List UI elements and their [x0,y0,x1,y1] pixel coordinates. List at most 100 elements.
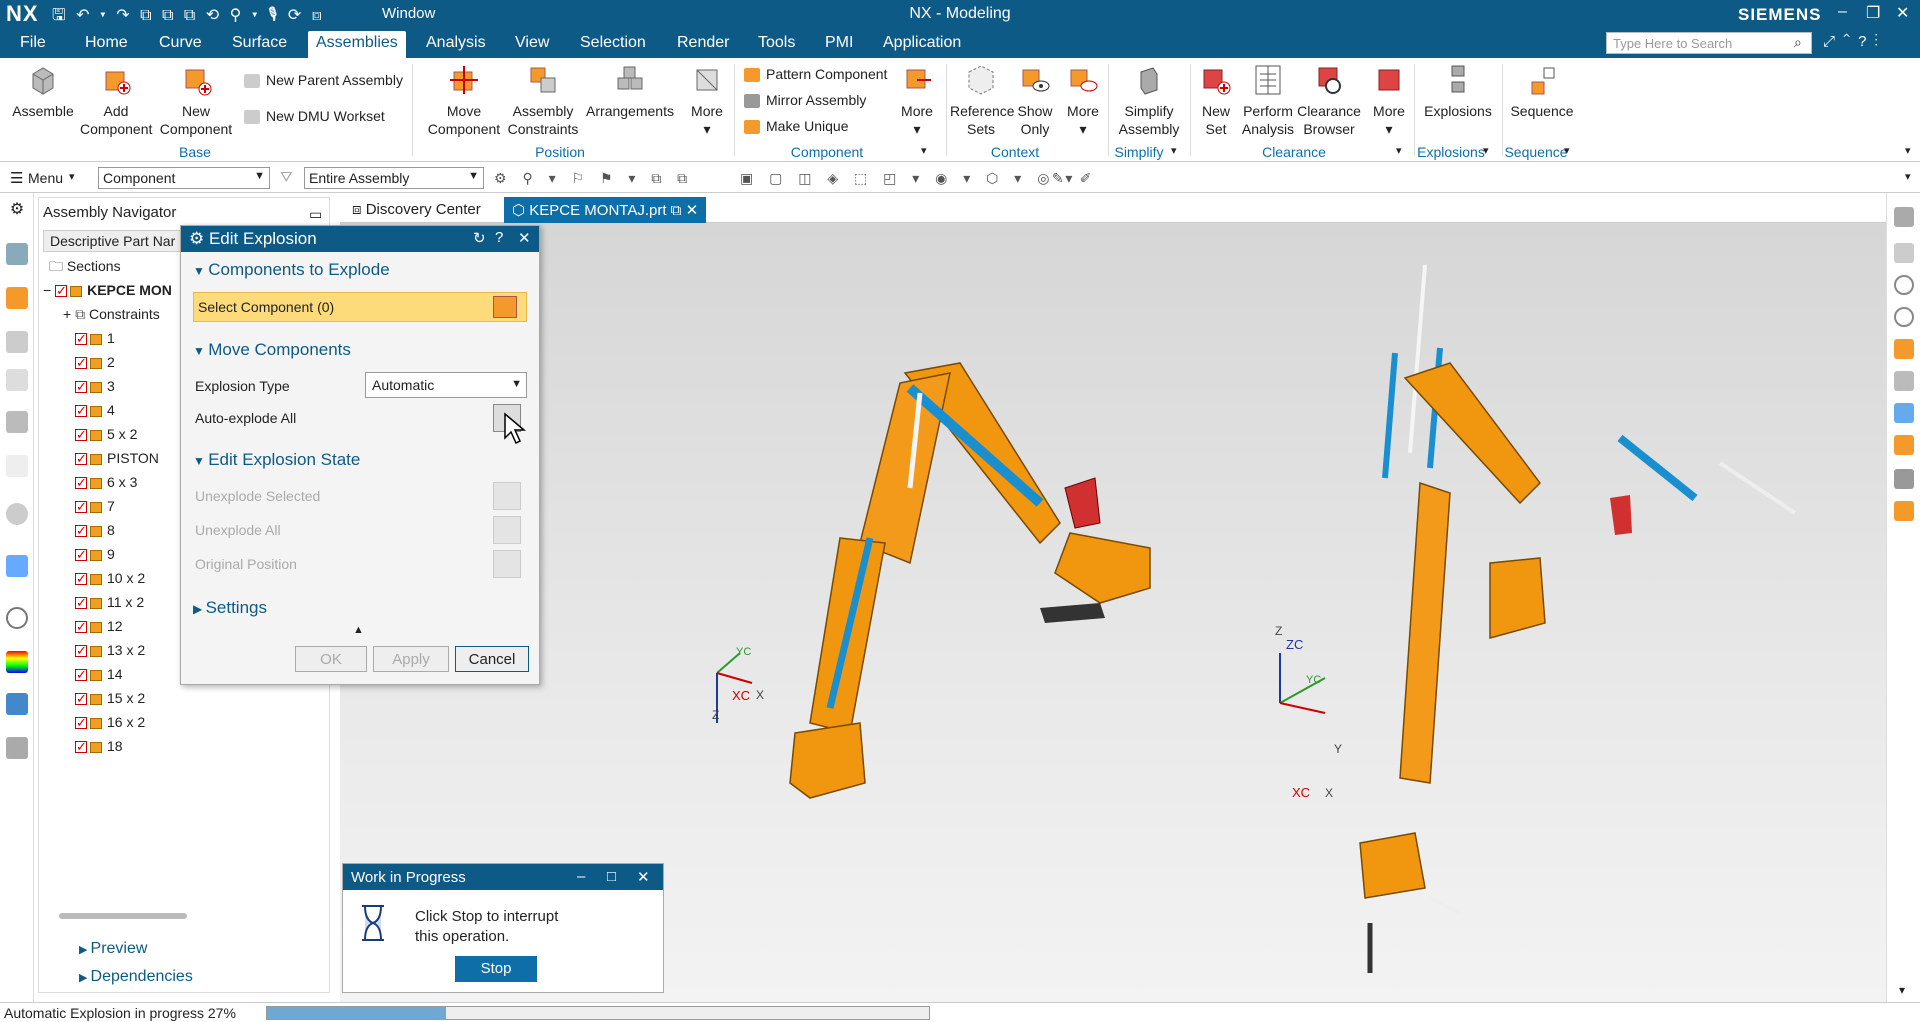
clearance-browser-button[interactable]: Clearance Browser [1296,62,1362,138]
tab-surface[interactable]: Surface [232,34,287,52]
checkbox[interactable] [75,665,87,685]
menu-button[interactable]: Menu [28,170,63,186]
tree-row[interactable]: 13 x 2 [75,640,145,661]
tree-row[interactable]: 11 x 2 [75,592,144,613]
position-more-button[interactable]: More ▾ [682,62,732,138]
tree-row[interactable]: 6 x 3 [75,472,137,493]
minimize-icon[interactable]: – [577,868,585,885]
wip-header[interactable]: Work in Progress – □ ✕ [343,864,663,890]
chevron-down-icon[interactable]: ▾ [1483,144,1489,157]
hide-icon[interactable] [1894,275,1914,295]
maximize-icon[interactable]: ▭ [309,206,322,223]
checkbox[interactable] [75,377,87,397]
checkbox[interactable] [75,473,87,493]
root-assembly-node[interactable]: − KEPCE MON [43,280,172,301]
tree-row[interactable]: 5 x 2 [75,424,137,445]
section-edit-explosion-state[interactable]: ▼ Edit Explosion State [193,450,360,470]
cancel-button[interactable]: Cancel [455,646,529,672]
tree-row[interactable]: 9 [75,544,115,565]
section-components-to-explode[interactable]: ▼ Components to Explode [193,260,390,280]
view-tools[interactable]: ▣ ▢ ◫ ◈ ⬚ ◰ ▾ ◉ ▾ ⬡ ▾ ◎ ▾ [740,170,1078,187]
tree-row[interactable]: 10 x 2 [75,568,145,589]
select-component-field[interactable]: Select Component (0) [193,292,527,322]
tab-render[interactable]: Render [677,34,729,52]
unexplode-all-button[interactable] [493,516,521,544]
checkbox[interactable] [75,569,87,589]
snap-icon[interactable] [1894,207,1914,227]
view-orient-icon[interactable] [1894,243,1914,263]
dependencies-panel-toggle[interactable]: ▶ Dependencies [79,968,193,986]
restore-icon[interactable]: ❐ [1866,3,1880,23]
tab-kepce-montaj[interactable]: ⬡ KEPCE MONTAJ.prt ⧉ ✕ [504,197,707,223]
tab-view[interactable]: View [515,34,549,52]
checkbox[interactable] [75,689,87,709]
checkbox[interactable] [75,329,87,349]
tree-row[interactable]: 14 [75,664,123,685]
reference-sets-button[interactable]: Reference Sets [950,62,1015,138]
component-more-button[interactable]: More ▾ [892,62,942,138]
minimize-icon[interactable]: – [1838,3,1847,21]
help-icons[interactable]: ⤢⌃?⋮ [1823,33,1886,50]
tree-row[interactable]: 2 [75,352,115,373]
search-icon[interactable]: ⌕ [1794,34,1802,51]
search-input[interactable]: Type Here to Search [1606,32,1812,54]
new-set-button[interactable]: New Set [1196,62,1236,138]
preview-panel-toggle[interactable]: ▶ Preview [79,940,147,958]
tab-discovery-center[interactable]: ⧈ Discovery Center [344,197,489,223]
tab-file[interactable]: File [20,34,46,52]
apply-button[interactable]: Apply [373,646,449,672]
tree-row[interactable]: 7 [75,496,115,517]
part-navigator-icon[interactable] [6,331,28,353]
add-component-button[interactable]: Add Component [80,62,152,138]
tab-assemblies[interactable]: Assemblies [308,31,406,58]
perform-analysis-button[interactable]: Perform Analysis [1236,62,1300,138]
selection-tools[interactable]: ⚙ ⚲ ▾ ⚐ ⚑ ▾ ⧉ ⧉ [494,170,693,187]
roles-icon[interactable] [6,737,28,759]
checkbox[interactable] [75,521,87,541]
arrangements-button[interactable]: Arrangements [584,62,676,120]
checkbox[interactable] [75,593,87,613]
checkbox[interactable] [75,641,87,661]
reuse-library-icon[interactable] [6,369,28,391]
tree-row[interactable]: PISTON [75,448,159,469]
close-icon[interactable]: ✕ [637,868,650,886]
tab-curve[interactable]: Curve [159,34,202,52]
section-settings[interactable]: ▶ Settings [193,598,267,618]
maximize-icon[interactable]: □ [607,868,616,885]
chevron-down-icon[interactable]: ▾ [1899,983,1905,997]
tab-home[interactable]: Home [85,34,128,52]
horizontal-scrollbar[interactable] [59,913,187,919]
make-unique-button[interactable]: Make Unique [744,116,849,136]
close-tab-icon[interactable]: ✕ [686,202,699,219]
context-more-button[interactable]: More ▾ [1060,62,1106,138]
tab-pmi[interactable]: PMI [825,34,853,52]
checkbox[interactable] [75,449,87,469]
tab-analysis[interactable]: Analysis [426,34,486,52]
stop-button[interactable]: Stop [455,956,537,982]
web-browser-icon[interactable] [6,455,28,477]
globe-icon[interactable] [6,555,28,577]
layer-icon[interactable] [1894,371,1914,391]
assembly-constraints-button[interactable]: Assembly Constraints [504,62,582,138]
sketch-tools[interactable]: ✎ ✐ [1052,170,1097,187]
measure-icon[interactable] [1894,469,1914,489]
dialog-header[interactable]: ⚙ Edit Explosion ↻ ? ✕ [181,226,539,252]
collapse-icon[interactable]: ▲ [353,624,364,636]
checkbox[interactable] [75,497,87,517]
mirror-assembly-button[interactable]: Mirror Assembly [744,90,866,110]
assembly-navigator-icon[interactable] [6,243,28,265]
constraint-navigator-icon[interactable] [6,287,28,309]
toolbar-options-icon[interactable]: ▾ [1905,170,1911,183]
add-icon[interactable] [1894,339,1914,359]
tab-application[interactable]: Application [883,34,961,52]
tree-row[interactable]: 3 [75,376,115,397]
chevron-down-icon[interactable]: ▾ [921,144,927,157]
tab-selection[interactable]: Selection [580,34,646,52]
explosion-type-select[interactable]: Automatic ▼ [365,372,527,398]
close-icon[interactable]: ✕ [518,229,531,247]
assemble-button[interactable]: Assemble [8,62,78,120]
move-component-button[interactable]: Move Component [420,62,508,138]
tree-row[interactable]: 1 [75,328,115,349]
color-palette-icon[interactable] [6,651,28,673]
ribbon-options-icon[interactable]: ▾ [1905,144,1911,157]
